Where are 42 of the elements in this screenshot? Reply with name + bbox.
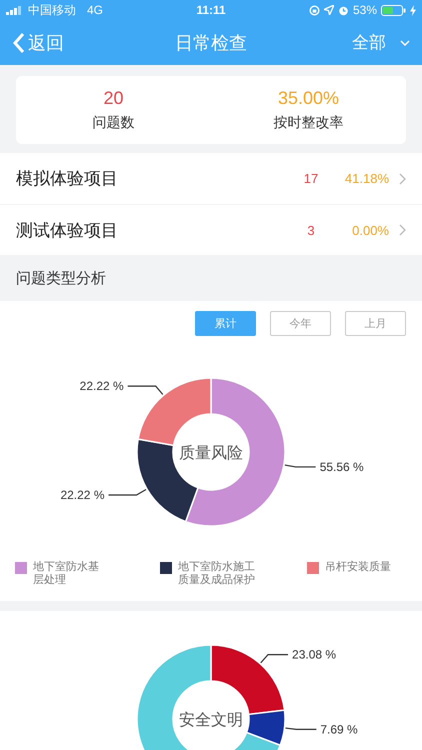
chevron-right-icon	[399, 224, 406, 236]
slice-percent: 55.56 %	[320, 460, 364, 474]
scope-dropdown[interactable]: 全部	[352, 31, 410, 54]
chart-center-title: 安全文明	[179, 712, 243, 729]
slice-percent: 23.08 %	[292, 648, 336, 662]
rotation-lock-icon	[308, 4, 320, 16]
period-tab[interactable]: 上月	[345, 311, 406, 336]
battery-icon	[381, 4, 406, 16]
leader-line	[128, 386, 164, 395]
period-tab[interactable]: 今年	[270, 311, 331, 336]
legend-label: 地下室防水施工质量及成品保护	[178, 561, 256, 587]
back-button[interactable]: 返回	[12, 30, 64, 54]
stat-label: 问题数	[92, 114, 134, 132]
clock-time: 11:11	[196, 3, 226, 17]
leader-line	[260, 654, 288, 664]
legend-label: 吊杆安装质量	[325, 561, 392, 574]
alarm-clock-icon	[338, 4, 349, 16]
leader-line	[284, 464, 316, 468]
charging-bolt-icon	[410, 4, 416, 16]
stat-label: 按时整改率	[274, 114, 344, 132]
section-title: 问题类型分析	[15, 269, 107, 289]
legend-label: 地下室防水基层处理	[33, 561, 100, 587]
chart-center-title: 质量风险	[179, 445, 243, 462]
page-title: 日常检查	[174, 32, 248, 54]
leader-line	[108, 488, 146, 496]
stat-value: 20	[103, 88, 124, 109]
location-arrow-icon	[324, 5, 334, 15]
slice-percent: 7.69 %	[320, 722, 358, 736]
slice-percent: 22.22 %	[60, 488, 105, 502]
carrier-name: 中国移动	[28, 2, 76, 18]
slice-percent: 22.22 %	[80, 379, 124, 394]
leader-line	[285, 727, 316, 730]
project-row[interactable]: 测试体验项目 3 0.00%	[0, 205, 422, 255]
chevron-left-icon	[12, 32, 26, 54]
stat-value: 35.00%	[278, 88, 340, 109]
project-row[interactable]: 模拟体验项目 17 41.18%	[0, 153, 422, 204]
period-tab[interactable]: 累计	[195, 311, 256, 336]
chevron-down-icon	[400, 40, 410, 46]
battery-percent: 53%	[352, 3, 377, 17]
signal-icon	[6, 6, 23, 14]
chevron-right-icon	[399, 172, 406, 184]
network-type: 4G	[87, 3, 104, 17]
